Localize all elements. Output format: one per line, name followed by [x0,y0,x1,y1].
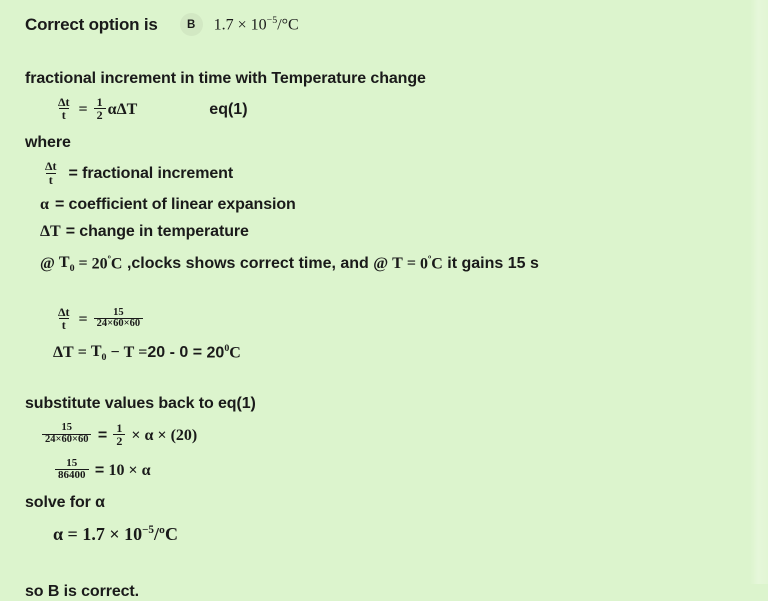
t-zero-symbol: T0 [90,342,107,363]
alpha-mantissa: 1.7 [82,523,105,544]
alpha-unit: /ºC [154,523,178,544]
alpha-symbol: α [144,426,154,444]
answer-times-symbol: × [233,16,251,34]
equals-sign-2: = [402,255,420,273]
conclusion-text: so B is correct. [25,582,140,600]
delta-t-over-t-fraction: Δt t [55,95,73,122]
substitute-label: substitute values back to eq(1) [25,394,256,412]
definition-text: = coefficient of linear expansion [54,195,296,213]
fraction-numerator: Δt [58,305,70,320]
fraction-denominator: 86400 [55,469,89,481]
correct-answer-value: 1.7 × 10−5/°C [214,15,299,34]
alpha-symbol: α [141,461,151,479]
fraction-numerator: Δt [45,159,57,174]
delta-t-over-t-fraction: Δt t [42,159,60,186]
fraction-numerator: Δt [58,95,70,109]
temperature-value-1: 20ºC [91,254,123,273]
t-symbol: T [392,255,403,273]
substituted-equation-1: 15 24×60×60 = 1 2 × α × (20) [40,420,768,448]
definition-text: = change in temperature [65,222,249,240]
alpha-power: 10−5 [124,523,155,544]
equals-sign-3: = [188,343,207,361]
ten-value: 10 [108,461,125,479]
delta-t-result: 200C [206,343,241,362]
definition-text: = fractional increment [68,165,234,183]
substituted-equation-2: 15 86400 = 10 × α [53,458,768,482]
fraction-denominator: 2 [93,108,106,121]
solution-page: Correct option is B 1.7 × 10−5/°C fracti… [0,0,768,600]
delta-t-over-t-fraction: Δt t [55,305,73,332]
fraction-numerator: 15 [113,306,124,318]
t-symbol: T [123,343,135,361]
fraction-denominator: 24×60×60 [93,318,144,330]
at-symbol-2: @ [373,255,389,273]
equals-sign: = [74,310,92,328]
intro-text: fractional increment in time with Temper… [25,70,426,87]
equals-sign-1: = [74,255,92,273]
calculation-fraction-line: Δt t = 15 24×60×60 [53,305,768,332]
one-half-fraction: 1 2 [113,420,126,447]
correct-option-header: Correct option is B 1.7 × 10−5/°C [0,0,768,36]
times-symbol-2: × [153,426,171,444]
alpha-result-equation: α = 1.7 × 10−5 /ºC [53,524,768,545]
delta-t-symbol: ΔT [53,343,74,361]
at-symbol-1: @ [40,255,55,273]
delta-t-calculation-line: ΔT = T0 − T = 20 - 0 = 200C [53,343,768,363]
solve-label: solve for α [25,493,105,511]
answer-base: 10 [250,16,267,34]
fraction-denominator: t [58,318,69,332]
equation-1: Δt t = 1 2 α ΔT eq(1) [53,95,768,122]
equals-sign: = [63,523,83,544]
where-label: where [25,134,71,152]
definition-alpha: α = coefficient of linear expansion [40,196,768,214]
fraction-denominator: t [45,172,56,186]
fraction-denominator: 2 [113,434,126,447]
fraction-numerator: 1 [116,420,123,435]
times-symbol-1: × [127,426,145,444]
fifteen-over-seconds-fraction: 15 24×60×60 [42,422,92,446]
answer-exponent: −5 [266,14,278,26]
twenty-parenthesis: (20) [170,426,198,444]
definition-fractional-increment: Δt t = fractional increment [40,159,768,186]
equals-sign: = [93,426,112,444]
times-symbol: × [124,461,142,479]
answer-mantissa: 1.7 [213,16,234,34]
alpha-symbol: α [40,195,49,213]
equation-tag: eq(1) [209,100,248,118]
fifteen-over-86400-fraction: 15 86400 [55,458,89,481]
option-badge-b: B [179,13,203,36]
one-half-fraction: 1 2 [93,95,106,121]
delta-t-symbol: ΔT [116,100,138,118]
condition-statement: @ T0 = 20ºC ,clocks shows correct time, … [40,254,768,274]
fraction-denominator: t [58,108,69,121]
definition-delta-t: ΔT = change in temperature [40,223,768,241]
fraction-numerator: 1 [96,95,103,109]
alpha-symbol: α [107,100,117,118]
fraction-numerator: 15 [66,457,78,470]
equals-sign-1: = [73,343,91,361]
temperature-value-2: 0ºC [419,254,443,273]
t-zero-symbol: T0 [58,253,75,275]
condition-tail-text: it gains 15 s [447,255,539,273]
page-title: Correct option is [25,14,158,34]
substituted-values: 20 - 0 [147,343,189,361]
condition-middle-text: ,clocks shows correct time, and [126,255,369,273]
times-symbol: × [104,523,125,544]
delta-t-symbol: ΔT [40,222,61,240]
fifteen-over-seconds-fraction: 15 24×60×60 [93,306,144,330]
equals-sign-2: = [134,343,148,361]
fraction-numerator: 15 [61,422,72,434]
equals-sign: = [74,100,92,118]
alpha-symbol: α [53,523,64,544]
answer-unit: /°C [277,16,299,34]
minus-sign: − [110,343,120,361]
fraction-denominator: 24×60×60 [42,434,92,446]
equals-sign: = [90,461,109,479]
